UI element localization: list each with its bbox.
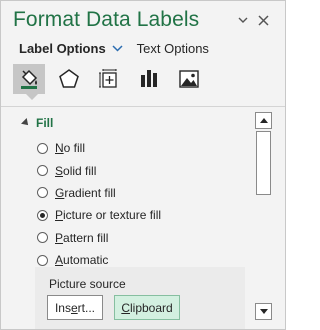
radio-picture-texture-fill[interactable]: Picture or texture fill (37, 204, 161, 226)
size-properties-tab[interactable] (93, 64, 125, 94)
pane-title: Format Data Labels (13, 8, 200, 31)
pane-options-button[interactable] (233, 11, 253, 29)
radio-gradient-fill[interactable]: Gradient fill (37, 182, 161, 204)
fill-line-tab[interactable] (13, 64, 45, 94)
radio-pattern-fill[interactable]: Pattern fill (37, 227, 161, 249)
close-icon (257, 14, 269, 26)
chevron-down-icon (238, 17, 248, 23)
chevron-down-icon (112, 45, 123, 52)
picture-source-label: Picture source (49, 277, 126, 291)
scroll-down-button[interactable] (255, 303, 272, 320)
fill-section-header[interactable]: Fill (21, 116, 54, 130)
effects-tab[interactable] (53, 64, 85, 94)
radio-label: Gradient fill (55, 185, 116, 200)
fill-line-icon (21, 69, 38, 89)
label-options-tab[interactable] (133, 64, 165, 94)
radio-button[interactable] (37, 187, 48, 199)
picture-source-panel: Picture source Ins e rt... Clipboard (35, 267, 245, 329)
effects-icon (59, 69, 79, 88)
fill-section-title: Fill (36, 116, 54, 130)
scrollbar-thumb[interactable] (256, 131, 271, 195)
radio-dot (40, 212, 45, 218)
selected-tab-pointer (26, 94, 38, 100)
radio-button-selected[interactable] (37, 209, 48, 221)
label-options-icon (141, 70, 157, 87)
radio-button[interactable] (37, 254, 48, 266)
close-button[interactable] (253, 11, 273, 29)
tab-text-options[interactable]: Text Options (137, 41, 209, 56)
radio-button[interactable] (37, 142, 48, 154)
radio-button[interactable] (37, 165, 48, 177)
picture-tab[interactable] (173, 64, 205, 94)
scroll-up-button[interactable] (255, 112, 272, 129)
triangle-up-icon (259, 118, 268, 123)
insert-button[interactable]: Ins e rt... (47, 295, 103, 320)
clipboard-button[interactable]: Clipboard (114, 295, 180, 320)
fill-radio-group: No fill Solid fill Gradient fill Picture… (37, 137, 161, 271)
tab-label-options[interactable]: Label Options (19, 41, 106, 56)
picture-icon (179, 70, 199, 88)
collapse-triangle-icon (21, 118, 31, 128)
label-options-dropdown[interactable] (112, 45, 123, 52)
pane-content: Fill No fill Solid fill Gradient fill Pi… (2, 107, 255, 329)
vertical-scrollbar[interactable] (255, 112, 272, 320)
radio-solid-fill[interactable]: Solid fill (37, 159, 161, 181)
radio-label: Solid fill (55, 163, 97, 178)
format-pane: Format Data Labels Label Options Text Op… (0, 0, 286, 330)
radio-label: Automatic (55, 253, 109, 268)
radio-no-fill[interactable]: No fill (37, 137, 161, 159)
category-icon-tabs (13, 64, 213, 94)
radio-label: Picture or texture fill (55, 208, 162, 223)
radio-button[interactable] (37, 232, 48, 244)
options-tabs: Label Options Text Options (19, 41, 209, 56)
size-properties-icon (99, 69, 117, 88)
radio-label: Pattern fill (55, 230, 109, 245)
triangle-down-icon (259, 309, 268, 314)
radio-label: No fill (55, 141, 86, 156)
